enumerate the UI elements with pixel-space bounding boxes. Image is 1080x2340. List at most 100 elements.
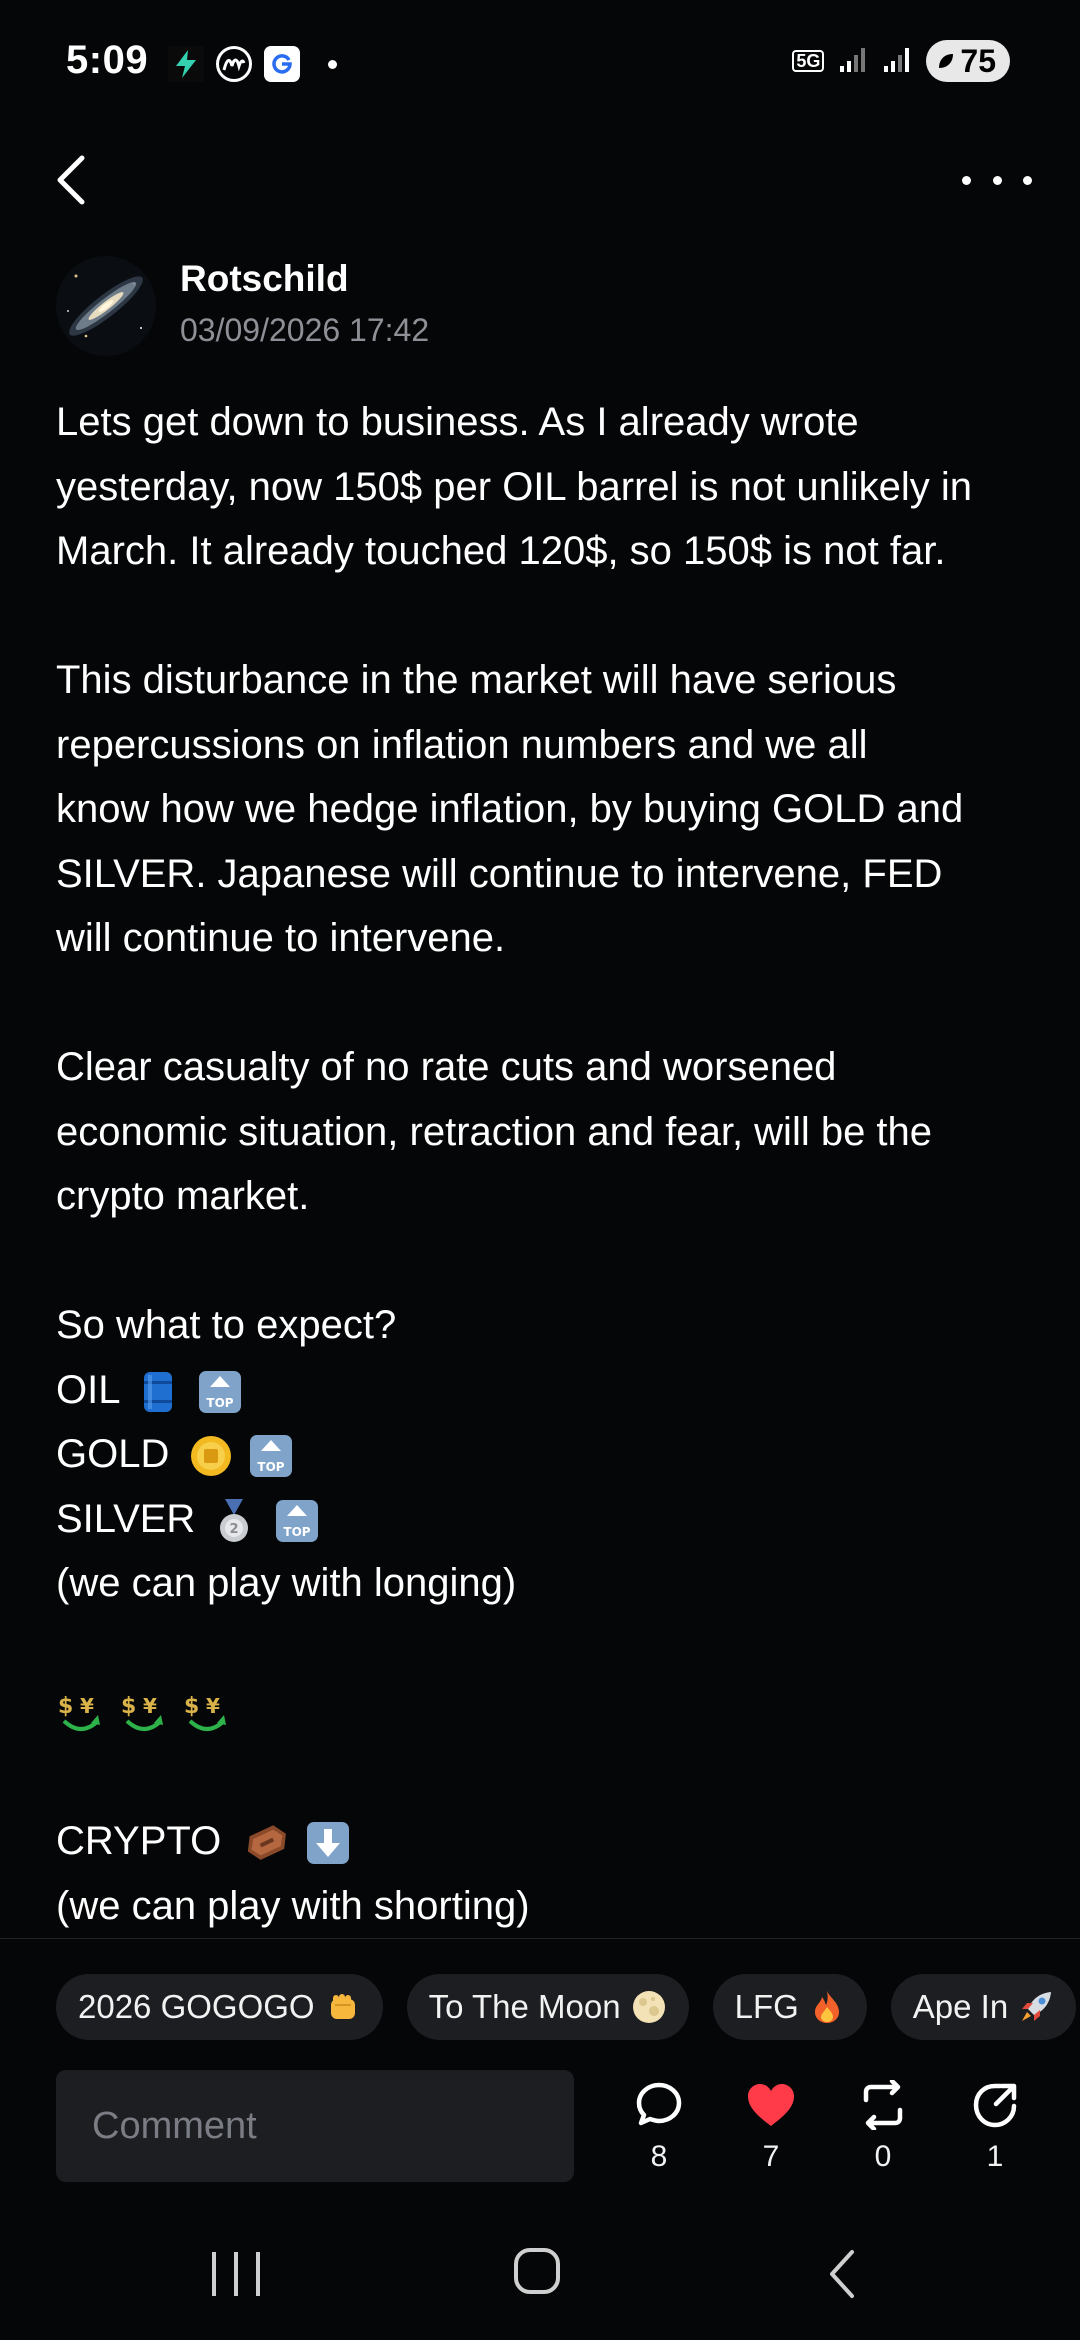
system-back-button[interactable] [822,2246,862,2302]
bolt-app-icon [168,46,204,82]
recent-apps-button[interactable] [212,2252,260,2296]
rocket-icon [1018,1989,1054,2025]
divider [0,1938,1080,1939]
svg-text:$: $ [184,1694,199,1719]
svg-text:¥: ¥ [206,1694,220,1718]
text-line: GOLD [56,1432,170,1476]
reaction-chips: 2026 GOGOGO To The Moon LFG Ape In [56,1974,1077,2040]
reaction-chip-ape-in[interactable]: Ape In [890,1974,1077,2040]
text-line: SILVER. Japanese will continue to interv… [56,851,943,896]
text-line: know how we hedge inflation, by buying G… [56,787,964,831]
currency-exchange-icon: $ ¥ [56,1689,106,1739]
author-avatar[interactable] [56,256,156,356]
share-arrow-icon [973,2083,1017,2128]
recents-bar-icon [256,2252,260,2296]
post-paragraph: Lets get down to business. As I already … [56,390,1036,584]
post-paragraph: CRYPTO (we can play with shorting) [56,1809,1036,1935]
author-name[interactable]: Rotschild [180,258,349,300]
coinmarketcap-icon [216,46,252,82]
comment-bubble-icon [636,2082,682,2126]
svg-text:TOP: TOP [283,1525,310,1539]
svg-text:2: 2 [230,1522,239,1537]
heart-icon [748,2084,794,2126]
comments-count: 8 [650,2140,668,2173]
signal-icon-1 [838,44,868,79]
top-arrow-icon: TOP [197,1369,243,1415]
fist-icon [325,1989,361,2025]
more-notifications-dot [328,59,337,69]
post-paragraph: So what to expect? OIL TOP GOLD TOP SILV… [56,1293,1036,1616]
svg-text:¥: ¥ [80,1694,94,1718]
battery-level: 75 [960,42,996,79]
chip-label: LFG [734,1988,799,2025]
dot-icon [992,175,1002,185]
reposts-count: 0 [874,2140,892,2173]
oil-line: OIL TOP [56,1358,1036,1423]
fire-icon [809,1989,845,2025]
oil-barrel-icon [138,1369,178,1415]
comment-box[interactable] [56,2070,574,2182]
back-button[interactable] [52,150,92,210]
dot-icon [1023,175,1032,185]
system-icons: 5G 75 [792,40,1010,82]
comments-button[interactable]: 8 [619,2080,699,2174]
reaction-chip-to-the-moon[interactable]: To The Moon [406,1974,689,2040]
text-line: economic situation, retraction and fear,… [56,1109,933,1154]
status-time: 5:09 [66,38,149,82]
text-line: OIL [56,1367,119,1412]
text-line: Clear casualty of no rate cuts and worse… [56,1045,837,1089]
crypto-line: CRYPTO [56,1809,1036,1874]
top-arrow-icon: TOP [274,1498,320,1544]
text-line: Lets get down to business. As I already … [56,400,859,444]
back-chevron-icon [830,2250,854,2298]
silver-medal-icon: 2 [214,1497,254,1545]
currency-emoji-line: $ ¥ $ ¥ $ ¥ [56,1680,1036,1745]
text-line: (we can play with longing) [56,1561,517,1605]
status-bar: 5:09 5G 75 [0,0,1080,130]
reaction-chip-2026-gogogo[interactable]: 2026 GOGOGO [56,1974,383,2040]
chip-label: 2026 GOGOGO [78,1988,315,2025]
home-button[interactable] [514,2248,560,2294]
system-navigation-bar [0,2230,1080,2340]
network-5g-icon: 5G [792,50,825,72]
post-paragraph: This disturbance in the market will have… [56,648,1036,971]
text-line: will continue to intervene. [56,916,506,960]
post-body: Lets get down to business. As I already … [56,390,1036,1935]
text-line: So what to expect? [56,1303,397,1347]
comment-input[interactable] [56,2103,554,2149]
notification-icons [168,46,337,82]
reaction-chip-lfg[interactable]: LFG [712,1974,867,2040]
recents-bar-icon [234,2252,238,2296]
full-moon-icon [631,1989,667,2025]
silver-line: SILVER 2 TOP [56,1487,1036,1552]
screen: 5:09 5G 75 Rotschild 03/09/2026 17:42 Le… [0,0,1080,2340]
google-app-icon [264,46,300,82]
svg-text:$: $ [58,1694,73,1719]
recents-bar-icon [212,2252,216,2296]
dot-icon [962,175,971,185]
text-line: This disturbance in the market will have… [56,658,897,702]
text-line: March. It already touched 120$, so 150$ … [56,529,946,573]
currency-exchange-row: $ ¥ $ ¥ $ ¥ [56,1680,1036,1745]
likes-count: 7 [762,2140,780,2173]
down-arrow-icon [305,1820,351,1866]
galaxy-image [56,256,156,356]
power-saving-icon [939,54,954,68]
post-timestamp: 03/09/2026 17:42 [180,312,430,348]
chevron-left-icon [57,155,85,205]
svg-text:TOP: TOP [257,1460,284,1474]
more-options-button[interactable] [962,160,1032,200]
post-paragraph: Clear casualty of no rate cuts and worse… [56,1035,1036,1229]
text-line: crypto market. [56,1174,310,1218]
text-line: (we can play with shorting) [56,1883,530,1928]
chip-label: To The Moon [428,1988,621,2025]
svg-text:¥: ¥ [143,1694,157,1718]
like-button[interactable]: 7 [731,2080,811,2174]
share-button[interactable]: 1 [955,2080,1035,2174]
currency-exchange-icon: $ ¥ [119,1689,169,1739]
repost-button[interactable]: 0 [843,2080,923,2174]
svg-text:TOP: TOP [207,1396,234,1410]
top-arrow-icon: TOP [248,1433,294,1479]
text-line: repercussions on inflation numbers and w… [56,722,868,767]
text-line: yesterday, now 150$ per OIL barrel is no… [56,464,973,509]
